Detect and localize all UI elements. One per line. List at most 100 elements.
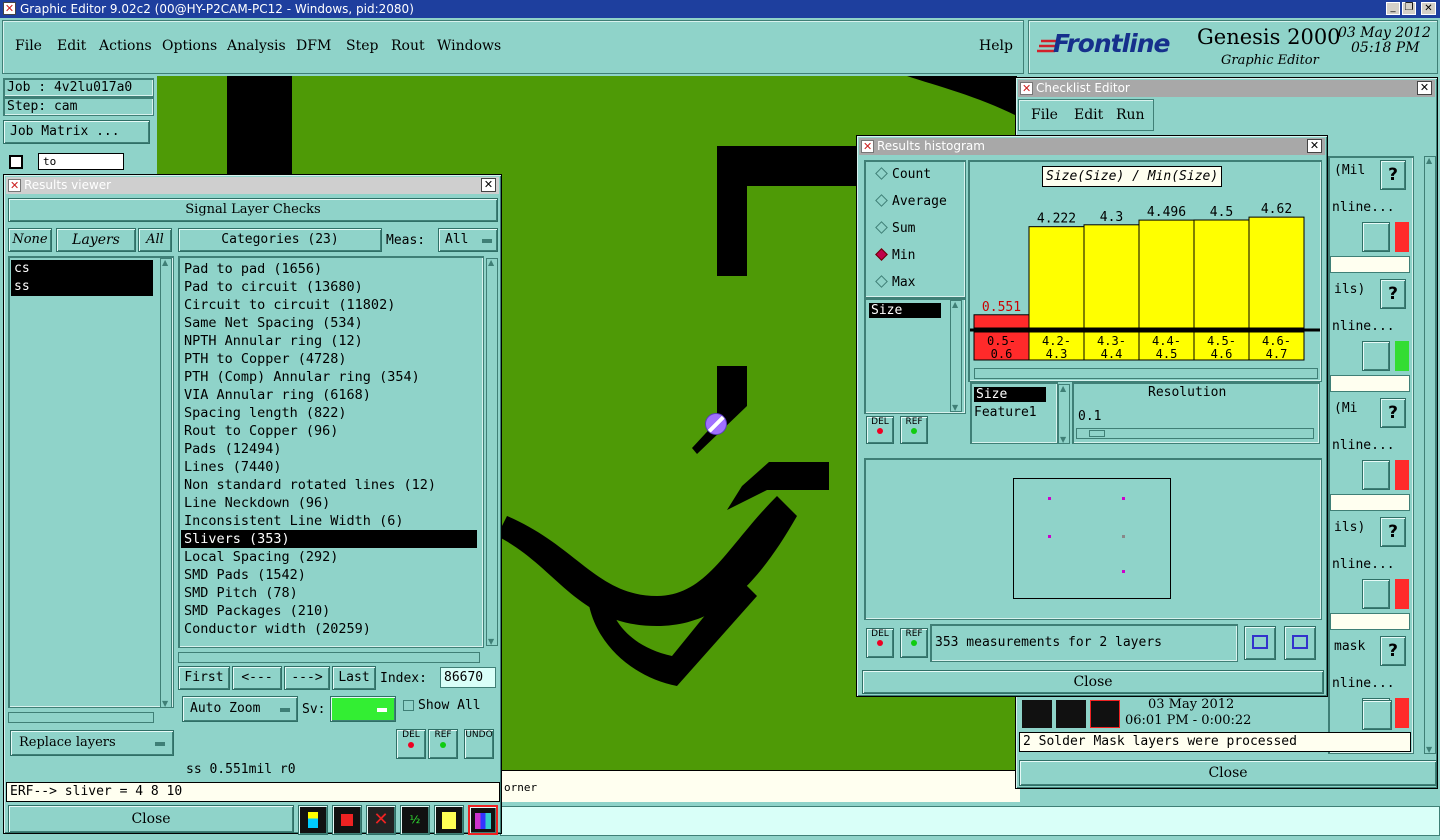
- checklist-menu-file[interactable]: File: [1031, 107, 1058, 123]
- category-item[interactable]: Slivers (353): [181, 530, 477, 548]
- results-viewer-close-button[interactable]: Close: [8, 805, 294, 833]
- checklist-zoom-icon[interactable]: [1362, 700, 1392, 730]
- last-button[interactable]: Last: [332, 666, 376, 690]
- check-zoom-icon[interactable]: [1362, 341, 1390, 371]
- category-item[interactable]: Lines (7440): [181, 458, 477, 476]
- slider-thumb[interactable]: [1089, 430, 1105, 437]
- index-field[interactable]: 86670: [440, 667, 496, 688]
- checklist-close-icon[interactable]: ✕: [1417, 81, 1432, 95]
- preview-ref-button[interactable]: REF: [900, 628, 928, 658]
- next-button[interactable]: --->: [284, 666, 330, 690]
- menu-file[interactable]: File: [15, 38, 42, 54]
- check-zoom-icon[interactable]: [1362, 460, 1390, 490]
- histogram-bar[interactable]: [1138, 219, 1195, 329]
- menu-analysis[interactable]: Analysis: [227, 38, 286, 54]
- prev-button[interactable]: <---: [232, 666, 282, 690]
- mode-sum-radio[interactable]: Sum: [875, 221, 915, 236]
- field-list-scrollbar[interactable]: [1058, 384, 1070, 444]
- histogram-bar[interactable]: [1248, 216, 1305, 329]
- category-item[interactable]: Line Neckdown (96): [181, 494, 477, 512]
- menu-rout[interactable]: Rout: [391, 38, 425, 54]
- category-item[interactable]: Spacing length (822): [181, 404, 477, 422]
- show-all-checkbox[interactable]: [403, 700, 414, 711]
- results-viewer-close-icon[interactable]: ✕: [481, 178, 496, 192]
- category-item[interactable]: SMD Pitch (78): [181, 584, 477, 602]
- run-icon-1[interactable]: [1022, 700, 1052, 728]
- check-zoom-icon[interactable]: [1362, 222, 1390, 252]
- check-online-link[interactable]: nline...: [1332, 438, 1395, 453]
- first-button[interactable]: First: [178, 666, 230, 690]
- category-list[interactable]: Pad to pad (1656) Pad to circuit (13680) C…: [178, 256, 484, 648]
- close-window-button[interactable]: ✕: [1421, 2, 1436, 15]
- mode-min-radio[interactable]: Min: [875, 248, 915, 263]
- sliver-marker-icon[interactable]: [705, 413, 727, 435]
- menu-help[interactable]: Help: [979, 38, 1013, 54]
- none-button[interactable]: None: [8, 228, 52, 252]
- histogram-icon[interactable]: [468, 805, 498, 835]
- run-icon-2[interactable]: [1056, 700, 1086, 728]
- field-feature1[interactable]: Feature1: [974, 405, 1037, 420]
- export-icon[interactable]: [1244, 626, 1276, 660]
- histogram-close-icon[interactable]: ✕: [1307, 139, 1322, 153]
- category-list-hscroll[interactable]: [178, 652, 480, 663]
- category-item[interactable]: Inconsistent Line Width (6): [181, 512, 477, 530]
- category-item[interactable]: Local Spacing (292): [181, 548, 477, 566]
- category-item[interactable]: SMD Pads (1542): [181, 566, 477, 584]
- histogram-bar[interactable]: [973, 314, 1030, 329]
- menu-edit[interactable]: Edit: [57, 38, 86, 54]
- check-online-link[interactable]: nline...: [1332, 557, 1395, 572]
- menu-options[interactable]: Options: [162, 38, 217, 54]
- field-size[interactable]: Size: [974, 387, 1046, 402]
- histogram-bar[interactable]: [1083, 224, 1140, 329]
- histogram-ref-button[interactable]: REF: [900, 416, 928, 444]
- menu-step[interactable]: Step: [346, 38, 378, 54]
- menu-windows[interactable]: Windows: [437, 38, 501, 54]
- check-help-icon[interactable]: ?: [1380, 398, 1406, 428]
- category-item[interactable]: SMD Packages (210): [181, 602, 477, 620]
- mode-average-radio[interactable]: Average: [875, 194, 947, 209]
- checklist-menu-run[interactable]: Run: [1116, 107, 1145, 123]
- run-icon-3[interactable]: [1090, 700, 1120, 728]
- histogram-del-button[interactable]: DEL: [866, 416, 894, 444]
- command-line[interactable]: [500, 806, 1440, 836]
- layer-list-hscroll[interactable]: [8, 712, 154, 723]
- check-help-icon[interactable]: ?: [1380, 279, 1406, 309]
- resolution-slider[interactable]: [1076, 428, 1314, 439]
- mode-max-radio[interactable]: Max: [875, 275, 915, 290]
- check-help-icon[interactable]: ?: [1380, 517, 1406, 547]
- tool-icon-1[interactable]: [298, 805, 328, 835]
- menu-dfm[interactable]: DFM: [296, 38, 331, 54]
- histogram-bar[interactable]: [1193, 219, 1250, 329]
- meas-dropdown[interactable]: All: [438, 228, 498, 252]
- category-item[interactable]: Pad to circuit (13680): [181, 278, 477, 296]
- checklist-scrollbar[interactable]: [1424, 156, 1436, 754]
- checklist-close-button[interactable]: Close: [1019, 760, 1437, 786]
- histogram-close-button[interactable]: Close: [862, 670, 1324, 694]
- tool-icon-3[interactable]: ✕: [366, 805, 396, 835]
- mode-count-radio[interactable]: Count: [875, 167, 931, 182]
- category-item[interactable]: Rout to Copper (96): [181, 422, 477, 440]
- histogram-bar[interactable]: [1028, 226, 1085, 329]
- category-item[interactable]: Circuit to circuit (11802): [181, 296, 477, 314]
- restore-button[interactable]: ❐: [1402, 2, 1416, 15]
- tool-icon-5[interactable]: [434, 805, 464, 835]
- auto-zoom-dropdown[interactable]: Auto Zoom: [182, 696, 298, 722]
- signal-layer-checks-header[interactable]: Signal Layer Checks: [8, 198, 498, 222]
- check-online-link[interactable]: nline...: [1332, 200, 1395, 215]
- ref-button[interactable]: REF: [428, 729, 458, 759]
- check-help-icon[interactable]: ?: [1380, 160, 1406, 190]
- import-icon[interactable]: [1284, 626, 1316, 660]
- category-list-scrollbar[interactable]: [486, 258, 498, 646]
- check-help-icon[interactable]: ?: [1380, 636, 1406, 666]
- all-button[interactable]: All: [138, 228, 172, 252]
- replace-layers-dropdown[interactable]: Replace layers: [10, 730, 174, 756]
- preview-del-button[interactable]: DEL: [866, 628, 894, 658]
- check-online-link[interactable]: nline...: [1332, 676, 1395, 691]
- category-item[interactable]: Pads (12494): [181, 440, 477, 458]
- layer-list[interactable]: cs ss: [8, 256, 174, 708]
- histogram-hscroll[interactable]: [974, 368, 1318, 379]
- categories-button[interactable]: Categories (23): [178, 228, 382, 252]
- category-item[interactable]: Same Net Spacing (534): [181, 314, 477, 332]
- undo-button[interactable]: UNDO: [464, 729, 494, 759]
- menu-actions[interactable]: Actions: [99, 38, 152, 54]
